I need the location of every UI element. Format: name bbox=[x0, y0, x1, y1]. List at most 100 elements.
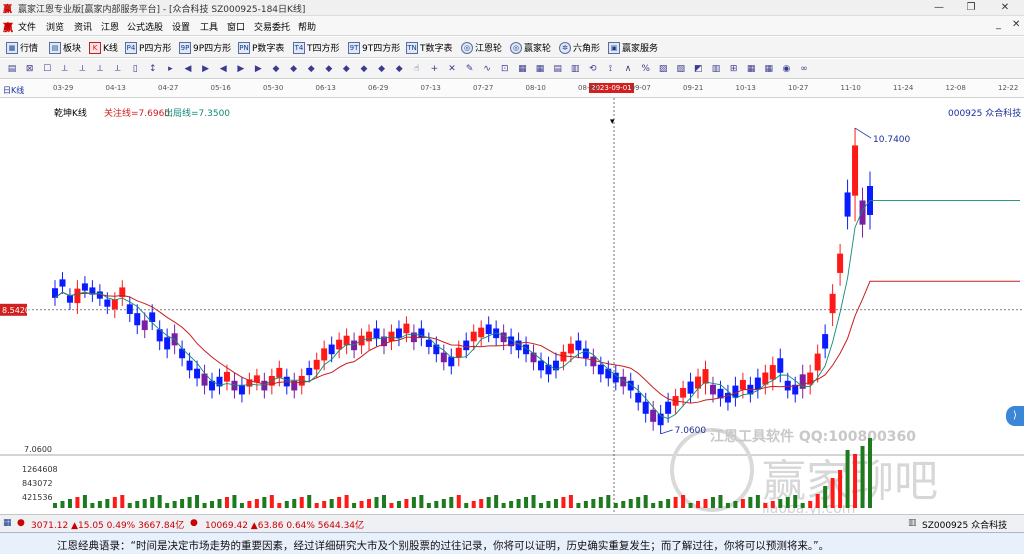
tool-25-icon[interactable]: ✕ bbox=[446, 63, 458, 75]
tool-18-icon[interactable]: ◆ bbox=[323, 63, 335, 75]
tool-34-icon[interactable]: ⟟ bbox=[604, 63, 616, 75]
toolbar-hexagon-button[interactable]: ✲ 六角形 bbox=[559, 40, 600, 55]
tool-13-icon[interactable]: ▶ bbox=[235, 63, 247, 75]
toolbar-sector-button[interactable]: ▤ 板块 bbox=[49, 40, 81, 55]
tool-22-icon[interactable]: ◆ bbox=[393, 63, 405, 75]
candle-body bbox=[724, 392, 731, 403]
volume-bar bbox=[165, 503, 170, 508]
stock-label: 000925 众合科技 bbox=[948, 107, 1021, 119]
sz-flag-icon: ● bbox=[190, 518, 198, 528]
tool-16-icon[interactable]: ◆ bbox=[288, 63, 300, 75]
tool-35-icon[interactable]: ∧ bbox=[622, 63, 634, 75]
child-minimize-button[interactable]: _ bbox=[996, 19, 1001, 30]
tool-20-icon[interactable]: ◆ bbox=[358, 63, 370, 75]
menu-news[interactable]: 资讯 bbox=[74, 20, 92, 33]
menu-trade[interactable]: 交易委托 bbox=[254, 20, 290, 33]
tool-31-icon[interactable]: ▤ bbox=[552, 63, 564, 75]
toolbar-quotes-button[interactable]: ▦ 行情 bbox=[6, 40, 38, 55]
toolbar-9p-square-button[interactable]: 9P 9P四方形 bbox=[179, 40, 231, 55]
tool-33-icon[interactable]: ⟲ bbox=[587, 63, 599, 75]
tool-17-icon[interactable]: ◆ bbox=[305, 63, 317, 75]
tool-28-icon[interactable]: ⊡ bbox=[499, 63, 511, 75]
kline-chart[interactable]: ▾ 8.5420 7.0600 1264608 843072 421536 江恩工具软件 … bbox=[0, 98, 1024, 514]
toolbar-t-square-button[interactable]: T4 T四方形 bbox=[293, 40, 340, 55]
tool-26-icon[interactable]: ✎ bbox=[464, 63, 476, 75]
volume-bar bbox=[456, 495, 461, 508]
tool-41-icon[interactable]: ⊞ bbox=[728, 63, 740, 75]
kline-icon: K bbox=[89, 41, 101, 54]
minimize-button[interactable]: — bbox=[924, 0, 954, 16]
tool-37-icon[interactable]: ▨ bbox=[657, 63, 669, 75]
tool-32-icon[interactable]: ▥ bbox=[569, 63, 581, 75]
toolbar-p-number-button[interactable]: PN P数字表 bbox=[238, 40, 284, 55]
tool-23-icon[interactable]: ☝ bbox=[411, 63, 423, 75]
volume-bar bbox=[90, 503, 95, 508]
volume-bar bbox=[292, 499, 297, 508]
volume-bar bbox=[778, 499, 783, 508]
tool-21-icon[interactable]: ◆ bbox=[376, 63, 388, 75]
tool-19-icon[interactable]: ◆ bbox=[340, 63, 352, 75]
tool-12-icon[interactable]: ◀ bbox=[217, 63, 229, 75]
toolbar-gann-wheel-button[interactable]: ◎ 江恩轮 bbox=[461, 40, 502, 55]
close-button[interactable]: ✕ bbox=[990, 0, 1020, 16]
volume-bar bbox=[561, 497, 566, 508]
volume-bar bbox=[568, 495, 573, 508]
tool-3-icon[interactable]: ⟂ bbox=[59, 63, 71, 75]
tool-27-icon[interactable]: ∿ bbox=[481, 63, 493, 75]
volume-bar bbox=[180, 499, 185, 508]
menu-gann[interactable]: 江恩 bbox=[101, 20, 119, 33]
tool-8-icon[interactable]: ↕ bbox=[147, 63, 159, 75]
sz-index-status[interactable]: 10069.42 ▲63.86 0.64% 5644.34亿 bbox=[205, 518, 364, 531]
tool-10-icon[interactable]: ◀ bbox=[182, 63, 194, 75]
tool-14-icon[interactable]: ▶ bbox=[252, 63, 264, 75]
tool-4-icon[interactable]: ⟂ bbox=[76, 63, 88, 75]
menu-tools[interactable]: 工具 bbox=[200, 20, 218, 33]
tool-9-icon[interactable]: ▸ bbox=[164, 63, 176, 75]
toolbar-t-number-button[interactable]: TN T数字表 bbox=[406, 40, 453, 55]
menu-help[interactable]: 帮助 bbox=[298, 20, 316, 33]
menu-window[interactable]: 窗口 bbox=[227, 20, 245, 33]
tool-39-icon[interactable]: ◩ bbox=[692, 63, 704, 75]
toolbar-winner-wheel-button[interactable]: ◎ 赢家轮 bbox=[510, 40, 551, 55]
tool-29-icon[interactable]: ▦ bbox=[516, 63, 528, 75]
volume-bar bbox=[868, 438, 872, 508]
tool-42-icon[interactable]: ▦ bbox=[745, 63, 757, 75]
child-close-button[interactable]: ✕ bbox=[1012, 19, 1020, 30]
menu-browse[interactable]: 浏览 bbox=[46, 20, 64, 33]
tool-11-icon[interactable]: ▶ bbox=[200, 63, 212, 75]
tool-45-icon[interactable]: ∞ bbox=[798, 63, 810, 75]
candle-body bbox=[194, 368, 201, 379]
volume-bar bbox=[770, 501, 775, 508]
tool-30-icon[interactable]: ▦ bbox=[534, 63, 546, 75]
tool-6-icon[interactable]: ⟂ bbox=[112, 63, 124, 75]
tool-2-icon[interactable]: ☐ bbox=[41, 63, 53, 75]
menu-formula-pick[interactable]: 公式选股 bbox=[127, 20, 163, 33]
tool-1-icon[interactable]: ⊠ bbox=[24, 63, 36, 75]
menu-file[interactable]: 文件 bbox=[18, 20, 36, 33]
tool-7-icon[interactable]: ▯ bbox=[129, 63, 141, 75]
volume-bar bbox=[157, 495, 162, 508]
tool-5-icon[interactable]: ⟂ bbox=[94, 63, 106, 75]
side-expand-button[interactable]: ⟩ bbox=[1006, 406, 1024, 426]
volume-bar bbox=[299, 497, 304, 508]
volume-bar bbox=[53, 503, 57, 508]
candle-body bbox=[373, 328, 380, 339]
toolbar-kline-button[interactable]: K K线 bbox=[89, 40, 118, 55]
menu-settings[interactable]: 设置 bbox=[172, 20, 190, 33]
sh-index-status[interactable]: 3071.12 ▲15.05 0.49% 3667.84亿 bbox=[31, 518, 184, 531]
tool-36-icon[interactable]: % bbox=[640, 63, 652, 75]
tool-24-icon[interactable]: + bbox=[428, 63, 440, 75]
toolbar-9t-square-button[interactable]: 9T 9T四方形 bbox=[348, 40, 400, 55]
tool-0-icon[interactable]: ▤ bbox=[6, 63, 18, 75]
candle-body bbox=[313, 359, 320, 370]
volume-bar bbox=[352, 503, 357, 508]
tool-44-icon[interactable]: ◉ bbox=[780, 63, 792, 75]
tool-43-icon[interactable]: ▦ bbox=[763, 63, 775, 75]
maximize-button[interactable]: ❐ bbox=[956, 0, 986, 16]
toolbar-winner-service-button[interactable]: ▣ 赢家服务 bbox=[608, 40, 658, 55]
tool-15-icon[interactable]: ◆ bbox=[270, 63, 282, 75]
volume-bar bbox=[524, 497, 529, 508]
tool-38-icon[interactable]: ▧ bbox=[675, 63, 687, 75]
tool-40-icon[interactable]: ▥ bbox=[710, 63, 722, 75]
toolbar-p-square-button[interactable]: P4 P四方形 bbox=[125, 40, 171, 55]
